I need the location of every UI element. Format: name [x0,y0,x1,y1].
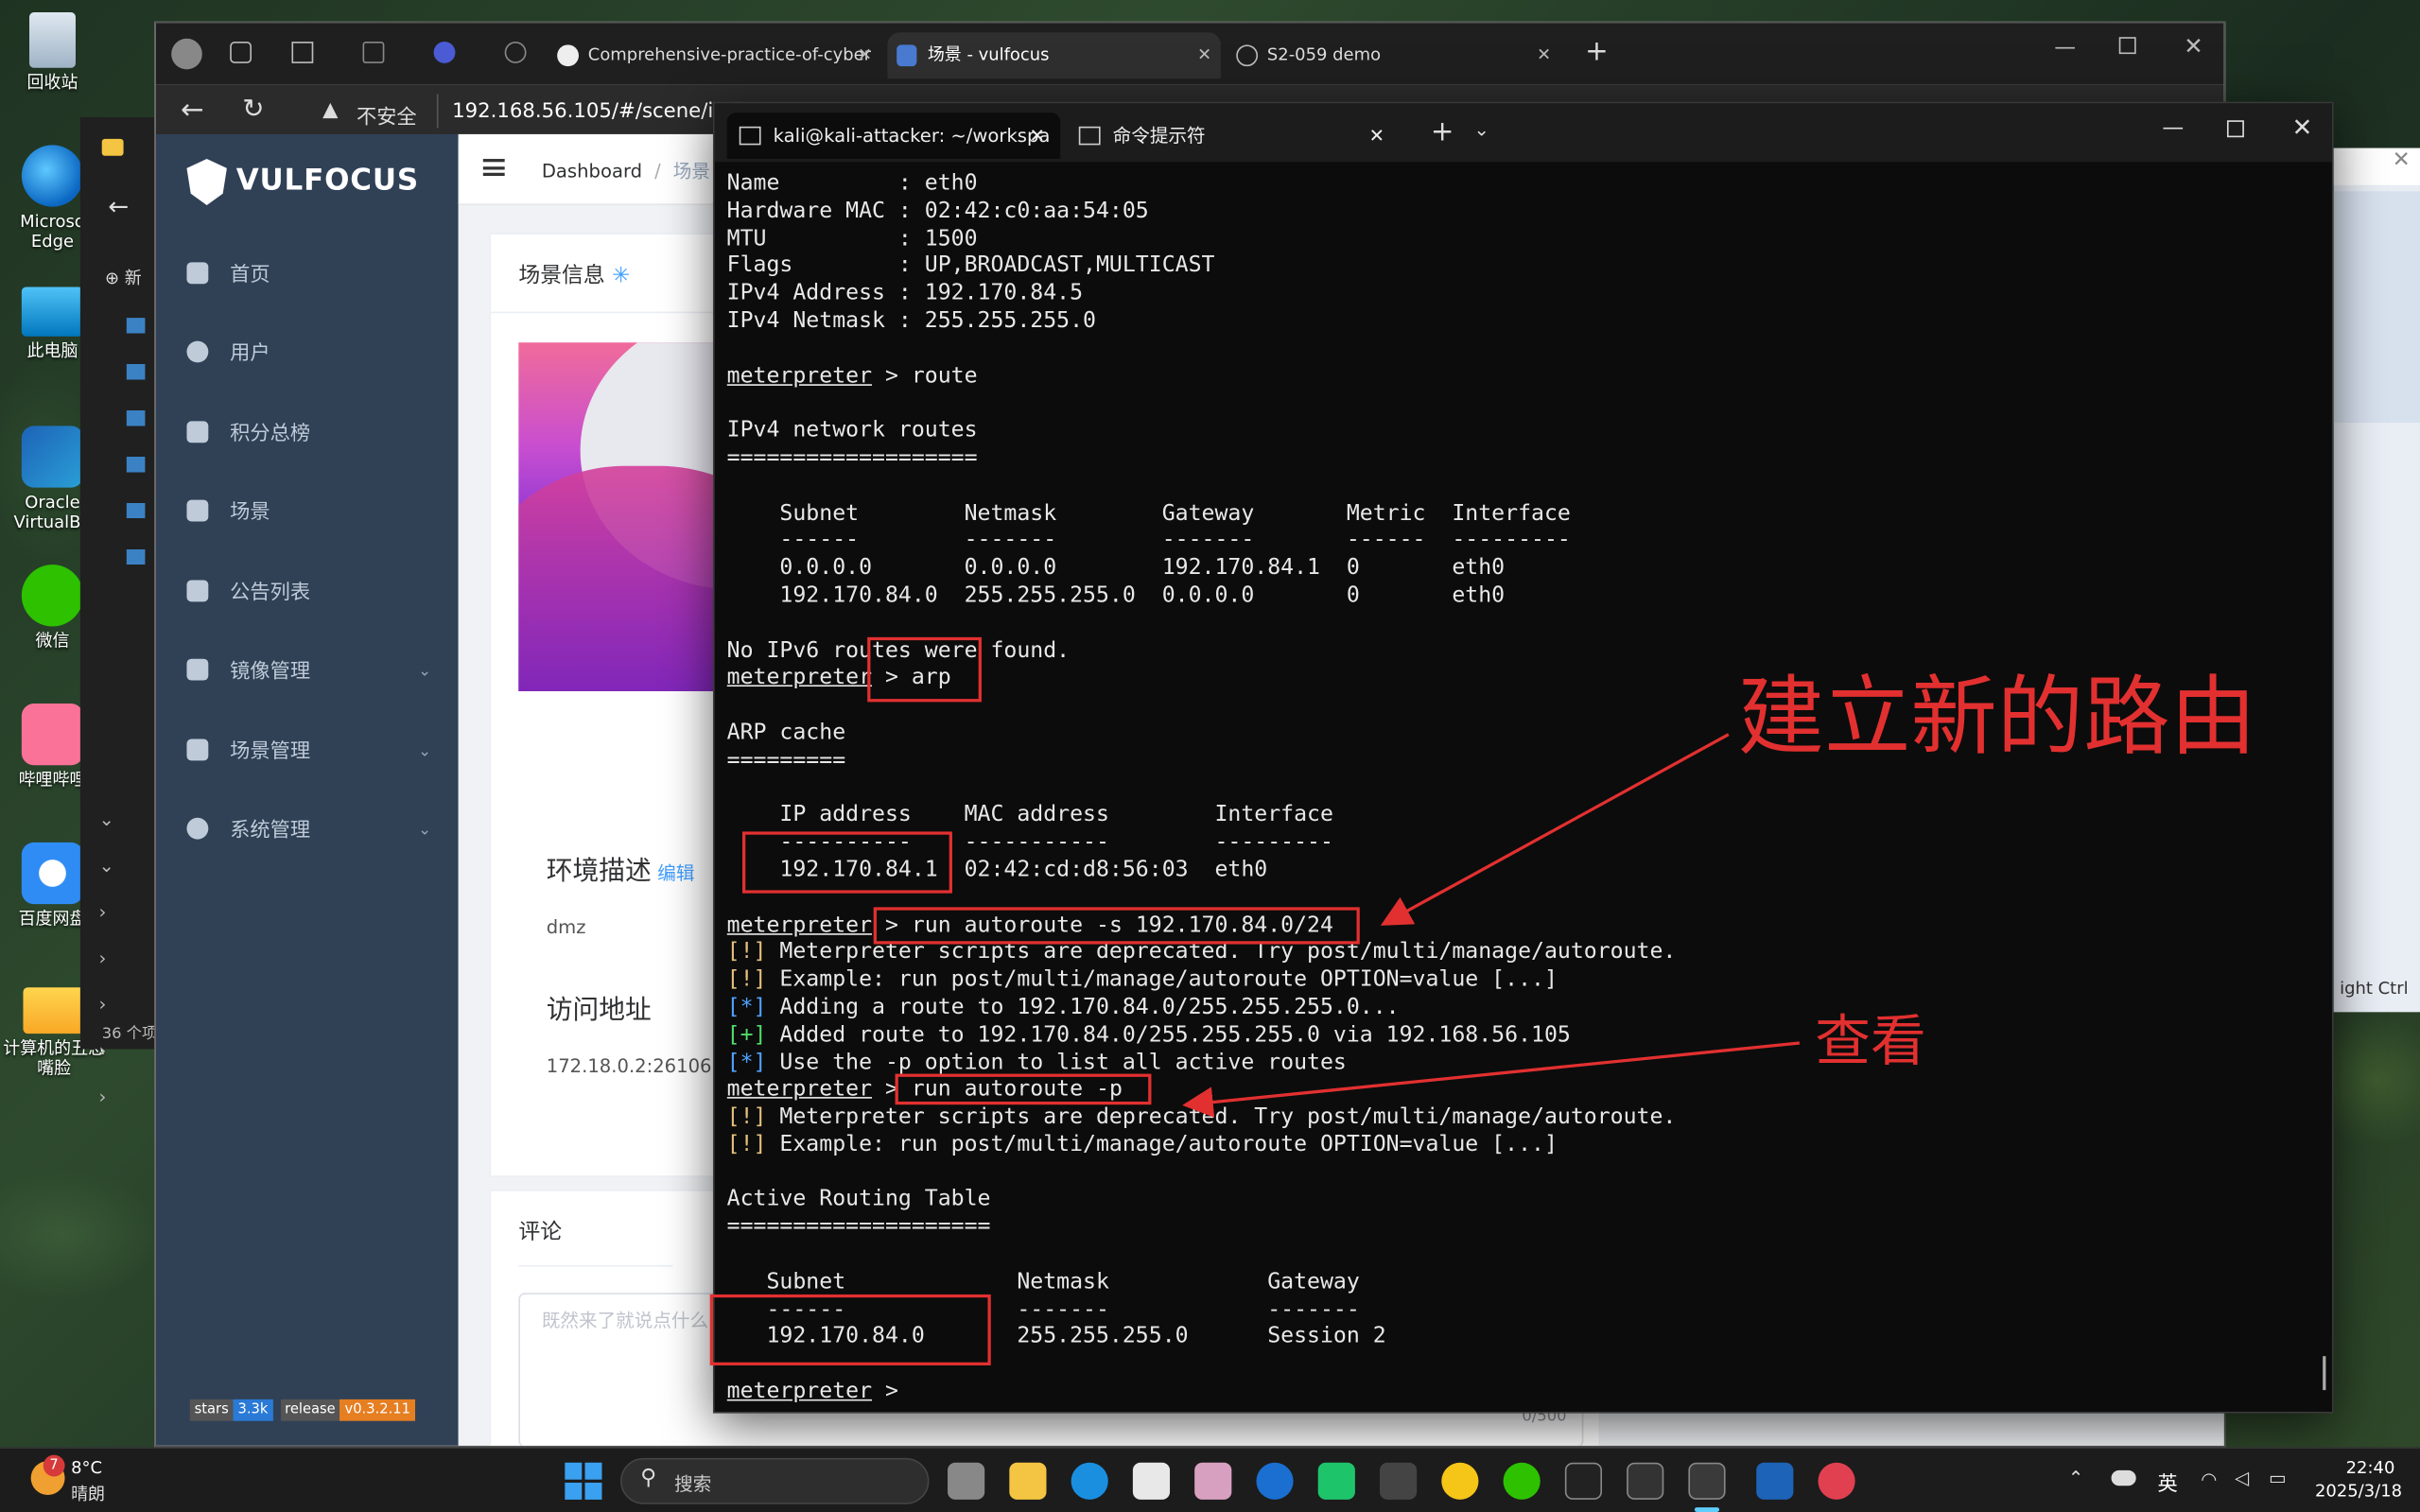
arrow-view [1182,1041,1801,1118]
app-icon[interactable] [1441,1462,1479,1500]
app-icon[interactable] [1380,1462,1418,1500]
app-icon[interactable] [1194,1462,1232,1500]
annotation-new-route: 建立新的路由 [1737,668,2256,769]
wechat-icon[interactable] [1503,1462,1541,1500]
weather-desc[interactable]: 晴朗 [71,1481,105,1505]
store-icon[interactable] [1132,1462,1171,1500]
app-icon[interactable] [1627,1462,1664,1500]
clock-time[interactable]: 22:40 [2346,1458,2395,1478]
weather-temp[interactable]: 8°C [71,1458,102,1478]
terminal-icon[interactable] [1564,1462,1603,1500]
taskbar-search[interactable]: ⚲ 搜索 [620,1457,930,1504]
app-icon[interactable] [1818,1462,1855,1500]
chevron-up-icon[interactable]: ⌃ [2068,1468,2083,1489]
app-icon[interactable] [1317,1462,1355,1500]
search-icon: ⚲ [640,1466,657,1491]
edge-ai-icon[interactable] [1256,1462,1294,1500]
annotation-view: 查看 [1815,1010,1926,1074]
virtualbox-icon[interactable] [1756,1462,1794,1500]
battery-icon[interactable]: ▭ [2269,1468,2287,1489]
volume-icon[interactable]: ◁ [2235,1468,2249,1489]
clock-date[interactable]: 2025/3/18 [2315,1481,2402,1501]
arrow-new-route [1380,733,1730,926]
task-view-icon[interactable] [948,1462,985,1500]
file-explorer-icon[interactable] [1009,1462,1047,1500]
cloud-icon[interactable] [2111,1469,2136,1486]
wifi-icon[interactable]: ◠ [2201,1469,2217,1490]
ime-indicator[interactable]: 英 [2158,1468,2178,1496]
taskbar: 7 8°C 晴朗 ⚲ 搜索 ⌃ 英 ◠ ◁ ▭ 22:40 2025/3/18 [0,1447,2420,1512]
weather-badge: 7 [43,1454,65,1477]
edge-icon[interactable] [1071,1462,1108,1500]
windows-terminal-icon[interactable] [1688,1462,1726,1500]
active-indicator [1694,1507,1720,1512]
start-icon[interactable] [565,1462,602,1500]
